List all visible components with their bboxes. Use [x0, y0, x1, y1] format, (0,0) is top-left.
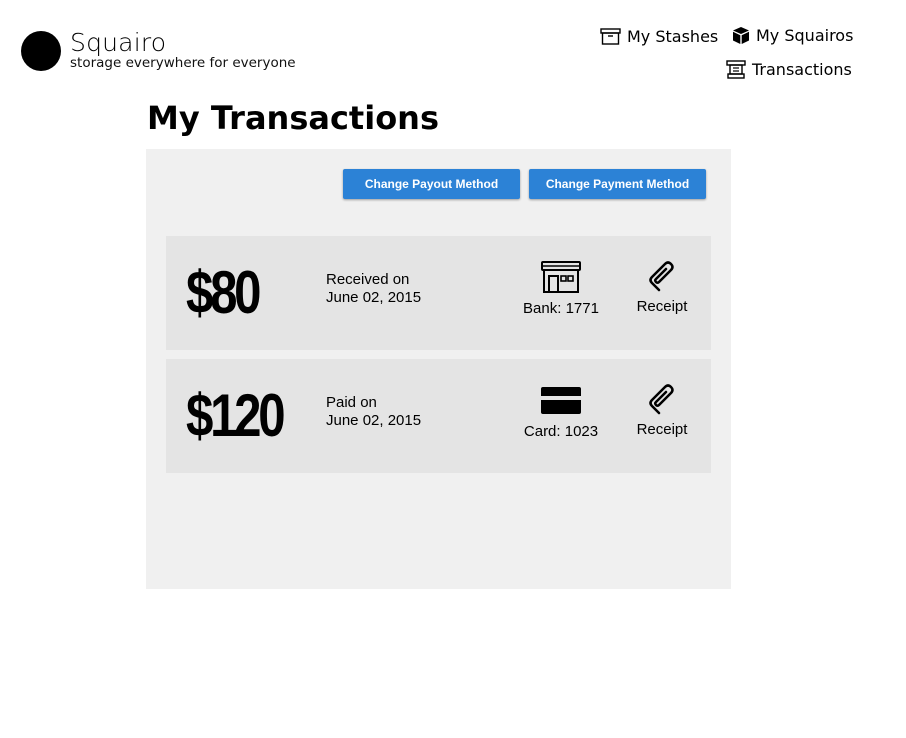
nav-my-stashes-label: My Stashes — [627, 27, 719, 46]
transaction-method-label: Card: 1023 — [523, 423, 599, 440]
cube-icon — [733, 27, 749, 44]
receipt-label: Receipt — [636, 298, 688, 315]
transaction-amount: $80 — [186, 259, 262, 326]
receipt-label: Receipt — [636, 421, 688, 438]
transaction-method-label: Bank: 1771 — [523, 300, 599, 317]
change-payment-method-button[interactable]: Change Payment Method — [529, 169, 706, 199]
transaction-method[interactable]: Card: 1023 — [506, 383, 616, 440]
nav-transactions[interactable]: Transactions — [726, 60, 852, 79]
bank-storefront-icon — [541, 261, 581, 293]
nav-my-squairos[interactable]: My Squairos — [732, 26, 853, 45]
transaction-status: Received on June 02, 2015 — [326, 271, 421, 307]
change-payout-method-button[interactable]: Change Payout Method — [343, 169, 520, 199]
nav-my-squairos-label: My Squairos — [756, 26, 854, 45]
transaction-date: June 02, 2015 — [326, 289, 422, 306]
receipt-link[interactable]: Receipt — [621, 383, 703, 438]
logo — [21, 31, 61, 71]
transaction-amount: $120 — [186, 382, 286, 449]
transaction-status-text: Received on — [326, 271, 410, 288]
archive-box-icon — [600, 28, 621, 45]
transaction-status-text: Paid on — [326, 394, 377, 411]
paperclip-icon — [649, 261, 674, 292]
transaction-row: $80 Received on June 02, 2015 Bank: 1771… — [166, 236, 711, 350]
brand-tagline: storage everywhere for everyone — [70, 55, 296, 71]
transactions-panel: Change Payout Method Change Payment Meth… — [146, 149, 731, 589]
page-title: My Transactions — [147, 99, 439, 137]
nav-transactions-label: Transactions — [752, 60, 852, 79]
transaction-row: $120 Paid on June 02, 2015 Card: 1023 Re… — [166, 359, 711, 473]
credit-card-icon — [541, 387, 581, 414]
transaction-date: June 02, 2015 — [326, 412, 422, 429]
nav-my-stashes[interactable]: My Stashes — [600, 27, 718, 46]
transaction-status: Paid on June 02, 2015 — [326, 394, 421, 430]
transaction-method[interactable]: Bank: 1771 — [506, 260, 616, 317]
receipt-link[interactable]: Receipt — [621, 260, 703, 315]
register-icon — [726, 60, 746, 79]
brand-name: Squairo — [70, 28, 167, 57]
paperclip-icon — [649, 384, 674, 415]
